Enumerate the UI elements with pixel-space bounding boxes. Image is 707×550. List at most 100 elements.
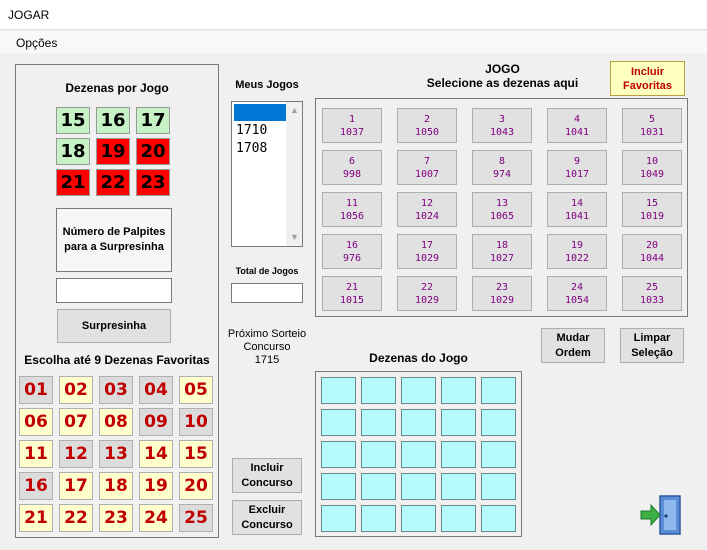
list-scrollbar[interactable]: ▲ ▼ [286, 102, 302, 246]
favorita-25[interactable]: 25 [179, 504, 213, 532]
game-number-button-22[interactable]: 22 1029 [397, 276, 457, 311]
game-number-button-5[interactable]: 5 1031 [622, 108, 682, 143]
favorita-05[interactable]: 05 [179, 376, 213, 404]
favorita-16[interactable]: 16 [19, 472, 53, 500]
game-number-button-2[interactable]: 2 1050 [397, 108, 457, 143]
game-number-button-6[interactable]: 6 998 [322, 150, 382, 185]
incluir-concurso-button[interactable]: Incluir Concurso [232, 458, 302, 493]
favorita-10[interactable]: 10 [179, 408, 213, 436]
game-number-button-4[interactable]: 4 1041 [547, 108, 607, 143]
game-number-button-16[interactable]: 16 976 [322, 234, 382, 269]
game-number-button-19[interactable]: 19 1022 [547, 234, 607, 269]
game-number-button-7[interactable]: 7 1007 [397, 150, 457, 185]
game-number-button-21[interactable]: 21 1015 [322, 276, 382, 311]
game-number-button-25[interactable]: 25 1033 [622, 276, 682, 311]
list-item[interactable]: 1708 [236, 141, 267, 156]
dezena-slot [361, 473, 396, 500]
jogo-title: JOGO Selecione as dezenas aqui [400, 62, 605, 90]
game-number-button-12[interactable]: 12 1024 [397, 192, 457, 227]
dezena-slot [361, 409, 396, 436]
game-number-button-17[interactable]: 17 1029 [397, 234, 457, 269]
game-number: 23 [495, 282, 509, 293]
favorita-15[interactable]: 15 [179, 440, 213, 468]
game-number: 14 [570, 198, 584, 209]
palpites-input[interactable] [56, 278, 172, 303]
excluir-concurso-button[interactable]: Excluir Concurso [232, 500, 302, 535]
game-number-button-1[interactable]: 1 1037 [322, 108, 382, 143]
favorita-12[interactable]: 12 [59, 440, 93, 468]
favorita-24[interactable]: 24 [139, 504, 173, 532]
game-number-count: 1029 [414, 295, 440, 306]
surpresinha-button[interactable]: Surpresinha [57, 309, 171, 343]
jogo-title-line1: JOGO [485, 62, 520, 76]
scroll-up-icon[interactable]: ▲ [290, 105, 299, 115]
favorita-08[interactable]: 08 [99, 408, 133, 436]
dezena-slot [361, 505, 396, 532]
game-number-button-11[interactable]: 11 1056 [322, 192, 382, 227]
game-number: 22 [420, 282, 434, 293]
incluir-favoritas-button[interactable]: Incluir Favoritas [610, 61, 685, 96]
dezenas-option-16[interactable]: 16 [96, 107, 130, 134]
game-number-button-8[interactable]: 8 974 [472, 150, 532, 185]
game-number-button-18[interactable]: 18 1027 [472, 234, 532, 269]
dezena-slot [401, 505, 436, 532]
list-item[interactable]: 1710 [236, 123, 267, 138]
favorita-11[interactable]: 11 [19, 440, 53, 468]
favorita-22[interactable]: 22 [59, 504, 93, 532]
favorita-18[interactable]: 18 [99, 472, 133, 500]
game-number: 19 [570, 240, 584, 251]
meus-jogos-title: Meus Jogos [235, 79, 299, 91]
favorita-01[interactable]: 01 [19, 376, 53, 404]
dezenas-option-19[interactable]: 19 [96, 138, 130, 165]
dezenas-option-21[interactable]: 21 [56, 169, 90, 196]
favorita-06[interactable]: 06 [19, 408, 53, 436]
favorita-14[interactable]: 14 [139, 440, 173, 468]
meus-jogos-list[interactable]: 1710 1708 ▲ ▼ [231, 101, 303, 247]
favorita-23[interactable]: 23 [99, 504, 133, 532]
favorita-13[interactable]: 13 [99, 440, 133, 468]
favorita-19[interactable]: 19 [139, 472, 173, 500]
dezena-slot [441, 505, 476, 532]
game-number-count: 976 [342, 253, 362, 264]
list-selected-item[interactable] [234, 104, 286, 121]
limpar-selecao-button[interactable]: Limpar Seleção [620, 328, 684, 363]
menu-bar: Opções [0, 31, 707, 53]
favorita-04[interactable]: 04 [139, 376, 173, 404]
dezenas-option-15[interactable]: 15 [56, 107, 90, 134]
game-number-button-24[interactable]: 24 1054 [547, 276, 607, 311]
favorita-07[interactable]: 07 [59, 408, 93, 436]
dezena-slot [401, 473, 436, 500]
favorita-17[interactable]: 17 [59, 472, 93, 500]
game-number-button-23[interactable]: 23 1029 [472, 276, 532, 311]
game-number-count: 1031 [639, 127, 665, 138]
game-number-button-15[interactable]: 15 1019 [622, 192, 682, 227]
mudar-ordem-button[interactable]: Mudar Ordem [541, 328, 605, 363]
dezenas-option-22[interactable]: 22 [96, 169, 130, 196]
game-number: 1 [348, 114, 356, 125]
game-number-count: 1037 [339, 127, 365, 138]
concurso-label: Concurso [243, 341, 291, 353]
game-number-count: 1029 [489, 295, 515, 306]
game-number-button-20[interactable]: 20 1044 [622, 234, 682, 269]
game-number-button-10[interactable]: 10 1049 [622, 150, 682, 185]
game-number-count: 1033 [639, 295, 665, 306]
game-number: 9 [573, 156, 581, 167]
dezena-slot [321, 409, 356, 436]
game-number-button-3[interactable]: 3 1043 [472, 108, 532, 143]
dezenas-option-17[interactable]: 17 [136, 107, 170, 134]
game-number-button-9[interactable]: 9 1017 [547, 150, 607, 185]
dezenas-option-18[interactable]: 18 [56, 138, 90, 165]
dezena-slot [441, 441, 476, 468]
favorita-02[interactable]: 02 [59, 376, 93, 404]
exit-door-icon[interactable] [638, 494, 684, 536]
dezenas-option-20[interactable]: 20 [136, 138, 170, 165]
favorita-09[interactable]: 09 [139, 408, 173, 436]
game-number-button-14[interactable]: 14 1041 [547, 192, 607, 227]
favorita-20[interactable]: 20 [179, 472, 213, 500]
favorita-21[interactable]: 21 [19, 504, 53, 532]
scroll-down-icon[interactable]: ▼ [290, 232, 299, 242]
game-number-button-13[interactable]: 13 1065 [472, 192, 532, 227]
favorita-03[interactable]: 03 [99, 376, 133, 404]
dezenas-option-23[interactable]: 23 [136, 169, 170, 196]
menu-opcoes[interactable]: Opções [16, 36, 57, 50]
